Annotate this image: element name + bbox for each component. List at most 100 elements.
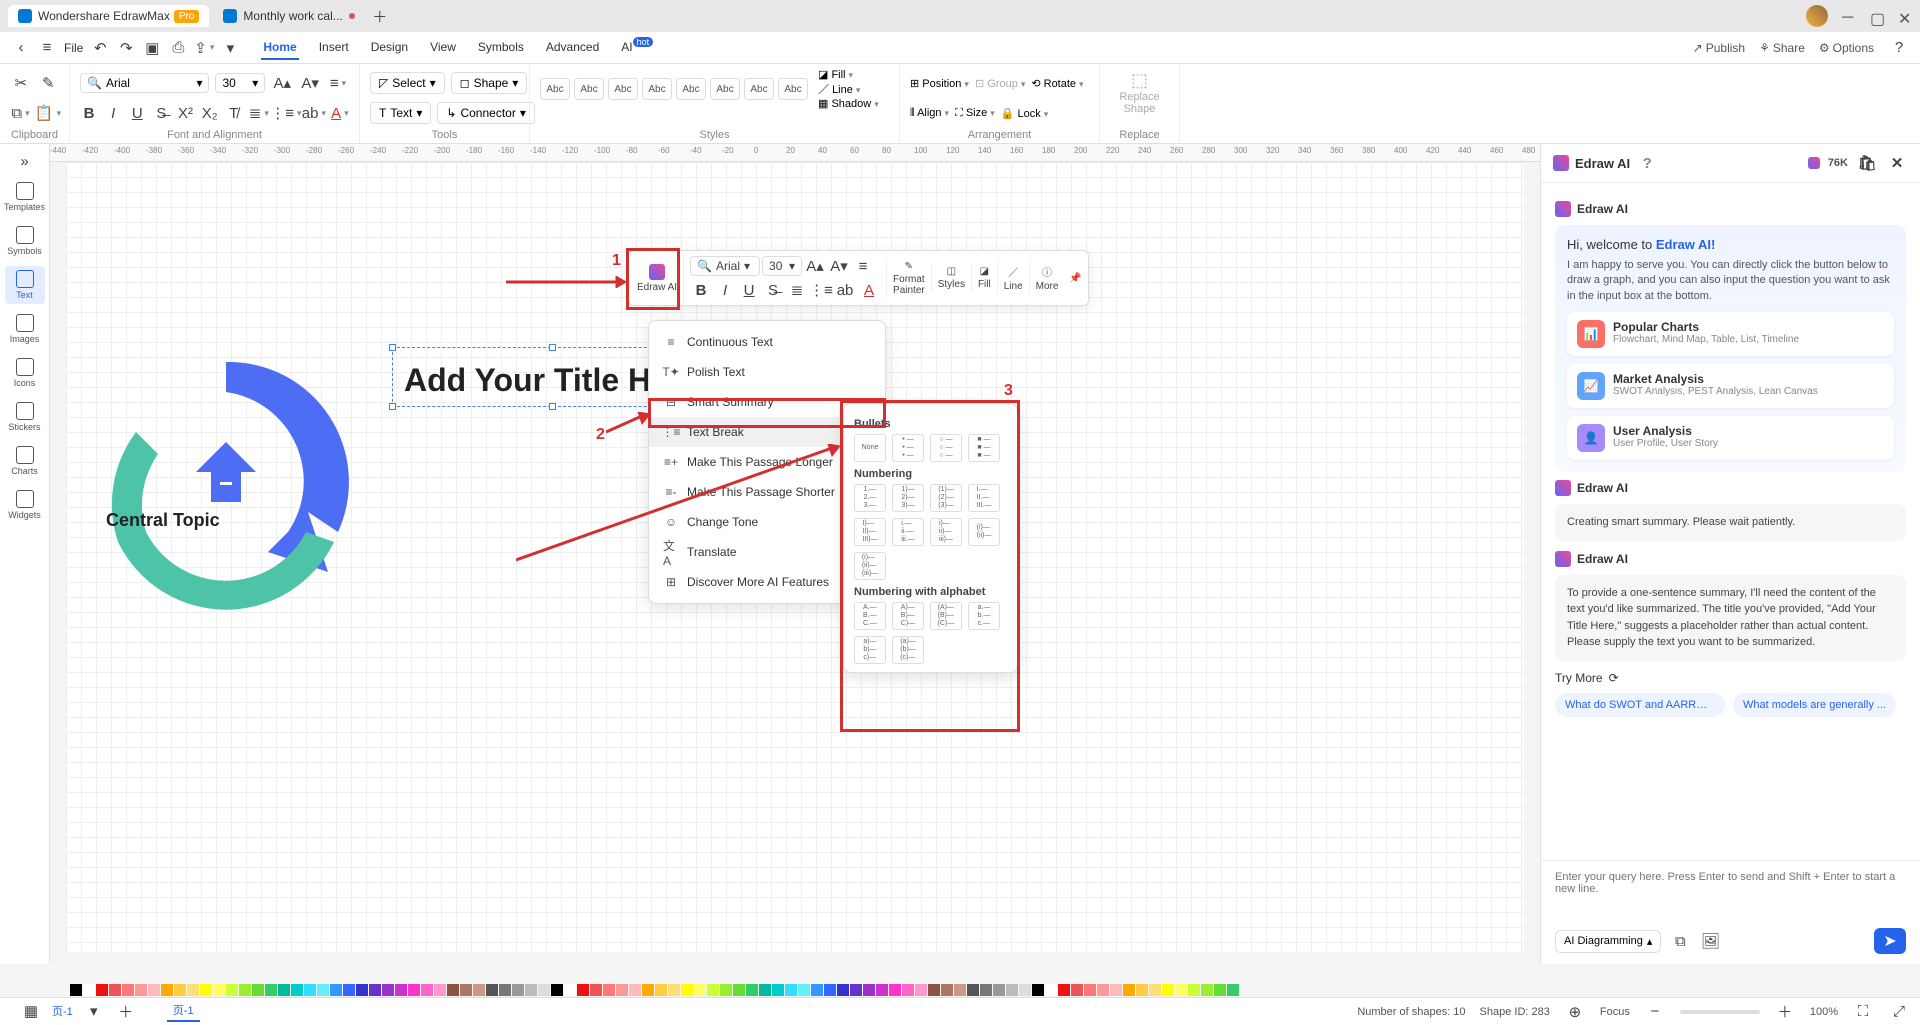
sidebar-charts[interactable]: Charts <box>5 442 45 480</box>
color-swatch[interactable] <box>408 984 420 996</box>
ft-italic-icon[interactable]: I <box>714 279 736 301</box>
style-8[interactable]: Abc <box>778 78 808 100</box>
color-swatch[interactable] <box>915 984 927 996</box>
fit-icon[interactable]: ⛶ <box>1852 1001 1874 1023</box>
align-dd[interactable]: ⫴ Align <box>910 107 949 120</box>
ft-bullets-icon[interactable]: ⋮≡ <box>810 279 832 301</box>
color-swatch[interactable] <box>551 984 563 996</box>
underline-icon[interactable]: U <box>128 102 146 124</box>
focus-label[interactable]: Focus <box>1600 1006 1630 1018</box>
new-tab-button[interactable]: ＋ <box>369 5 391 27</box>
cart-icon[interactable]: 🛍 <box>1856 152 1878 174</box>
color-swatch[interactable] <box>96 984 108 996</box>
copy-icon[interactable]: ⧉ <box>10 102 31 124</box>
style-1[interactable]: Abc <box>540 78 570 100</box>
color-swatch[interactable] <box>733 984 745 996</box>
color-swatch[interactable] <box>122 984 134 996</box>
color-swatch[interactable] <box>239 984 251 996</box>
chip-models[interactable]: What models are generally ... <box>1733 693 1896 717</box>
more-qat-icon[interactable]: ▾ <box>219 37 241 59</box>
redo-icon[interactable]: ↷ <box>115 37 137 59</box>
cut-icon[interactable]: ✂ <box>10 72 32 94</box>
print-icon[interactable]: ⎙ <box>167 37 189 59</box>
maximize-icon[interactable]: ▢ <box>1870 9 1884 23</box>
color-swatch[interactable] <box>1097 984 1109 996</box>
color-swatch[interactable] <box>1071 984 1083 996</box>
color-swatch[interactable] <box>161 984 173 996</box>
color-swatch[interactable] <box>1175 984 1187 996</box>
color-swatch[interactable] <box>629 984 641 996</box>
refresh-icon[interactable]: ⟳ <box>1609 671 1619 685</box>
ft-incfont-icon[interactable]: A▴ <box>804 255 826 277</box>
color-swatch[interactable] <box>200 984 212 996</box>
color-swatch[interactable] <box>954 984 966 996</box>
suggestion-user-analysis[interactable]: 👤 User AnalysisUser Profile, User Story <box>1567 416 1894 460</box>
back-icon[interactable]: ‹ <box>10 37 32 59</box>
text-tool[interactable]: T Text ▾ <box>370 102 431 124</box>
ft-align-icon[interactable]: ≡ <box>852 255 874 277</box>
tab-ai[interactable]: AIhot <box>619 36 655 60</box>
page-name[interactable]: 页-1 <box>52 1003 73 1019</box>
color-swatch[interactable] <box>1227 984 1239 996</box>
info-icon[interactable]: ? <box>1636 152 1658 174</box>
size-dd[interactable]: ⛶ Size <box>955 107 995 120</box>
color-swatch[interactable] <box>434 984 446 996</box>
ft-decfont-icon[interactable]: A▾ <box>828 255 850 277</box>
color-swatch[interactable] <box>356 984 368 996</box>
color-swatch[interactable] <box>1201 984 1213 996</box>
shape-tool[interactable]: ◻ Shape ▾ <box>451 72 528 94</box>
color-swatch[interactable] <box>928 984 940 996</box>
color-swatch[interactable] <box>538 984 550 996</box>
color-swatch[interactable] <box>1006 984 1018 996</box>
color-swatch[interactable] <box>772 984 784 996</box>
increase-font-icon[interactable]: A▴ <box>271 72 293 94</box>
hamburger-icon[interactable]: ≡ <box>36 37 58 59</box>
color-swatch[interactable] <box>1149 984 1161 996</box>
color-swatch[interactable] <box>278 984 290 996</box>
color-swatch[interactable] <box>525 984 537 996</box>
ft-strike-icon[interactable]: S̶ <box>762 279 784 301</box>
color-swatch[interactable] <box>317 984 329 996</box>
color-swatch[interactable] <box>382 984 394 996</box>
color-swatch[interactable] <box>850 984 862 996</box>
fullscreen-icon[interactable]: ⤢ <box>1888 1001 1910 1023</box>
ft-linespace-icon[interactable]: ≣ <box>786 279 808 301</box>
ai-polish-text[interactable]: T✦Polish Text <box>649 357 885 387</box>
group-dd[interactable]: ⊡ Group <box>975 77 1025 90</box>
color-swatch[interactable] <box>1123 984 1135 996</box>
color-swatch[interactable] <box>174 984 186 996</box>
ft-pin-icon[interactable]: 📌 <box>1064 267 1086 289</box>
lock-dd[interactable]: 🔒 Lock <box>1001 107 1049 120</box>
color-swatch[interactable] <box>993 984 1005 996</box>
tab-insert[interactable]: Insert <box>317 36 351 60</box>
color-swatch[interactable] <box>590 984 602 996</box>
add-page-icon[interactable]: ＋ <box>115 1000 137 1022</box>
ai-mode-select[interactable]: AI Diagramming ▴ <box>1555 930 1661 953</box>
color-swatch[interactable] <box>226 984 238 996</box>
color-swatch[interactable] <box>902 984 914 996</box>
undo-icon[interactable]: ↶ <box>89 37 111 59</box>
color-swatch[interactable] <box>421 984 433 996</box>
italic-icon[interactable]: I <box>104 102 122 124</box>
textcase-icon[interactable]: ab <box>303 102 325 124</box>
color-swatch[interactable] <box>187 984 199 996</box>
suggestion-market-analysis[interactable]: 📈 Market AnalysisSWOT Analysis, PEST Ana… <box>1567 364 1894 408</box>
subscript-icon[interactable]: X₂ <box>201 102 219 124</box>
style-3[interactable]: Abc <box>608 78 638 100</box>
connector-tool[interactable]: ↳ Connector ▾ <box>437 102 534 124</box>
pages-icon[interactable]: ▦ <box>20 1000 42 1022</box>
color-swatch[interactable] <box>1214 984 1226 996</box>
doc-tab[interactable]: Monthly work cal... <box>213 5 364 27</box>
suggestion-popular-charts[interactable]: 📊 Popular ChartsFlowchart, Mind Map, Tab… <box>1567 312 1894 356</box>
color-swatch[interactable] <box>1136 984 1148 996</box>
color-swatch[interactable] <box>889 984 901 996</box>
tab-symbols[interactable]: Symbols <box>476 36 526 60</box>
ft-color-icon[interactable]: A <box>858 279 880 301</box>
color-swatch[interactable] <box>681 984 693 996</box>
page-dd-icon[interactable]: ▾ <box>83 1000 105 1022</box>
file-menu[interactable]: File <box>62 37 85 59</box>
format-brush-icon[interactable]: ✎ <box>38 72 60 94</box>
color-swatch[interactable] <box>798 984 810 996</box>
line-dd[interactable]: ／ Line <box>818 81 879 97</box>
ft-font-select[interactable]: 🔍Arial▾ <box>690 256 760 276</box>
